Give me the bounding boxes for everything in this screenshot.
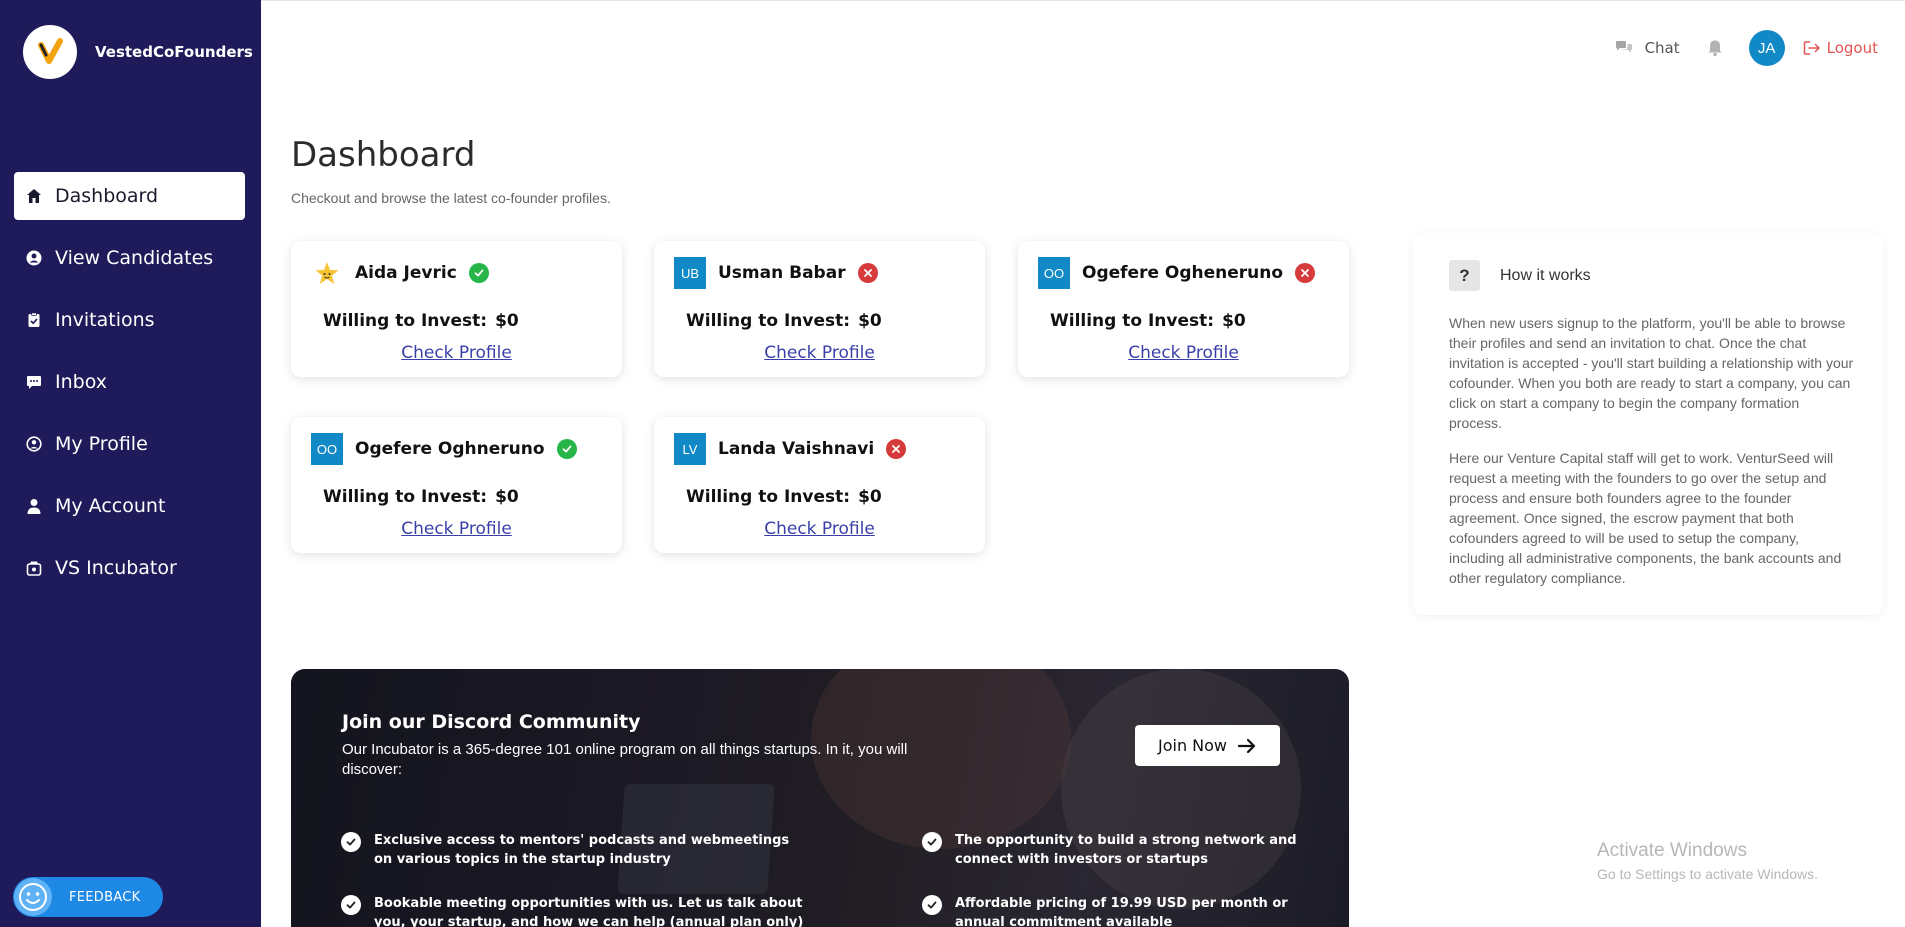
user-icon [26,498,42,514]
discord-banner: Join our Discord Community Our Incubator… [291,669,1349,927]
initials-avatar: LV [674,433,706,465]
top-actions: Chat JA Logout [1615,30,1905,66]
check-circle-icon [468,263,489,283]
clipboard-check-icon [26,312,42,328]
user-circle-outline-icon [26,436,42,452]
initials-avatar: UB [674,257,706,289]
initials-avatar: OO [1038,257,1070,289]
discord-description: Our Incubator is a 365-degree 101 online… [342,741,908,778]
logout-button[interactable]: Logout [1803,39,1878,57]
page-subtitle: Checkout and browse the latest co-founde… [291,190,611,206]
profile-card: OO Ogefere Oghneruno Willing to Invest: $… [291,417,622,553]
initials-avatar: OO [311,433,343,465]
banner-overlay [291,669,1349,927]
profile-name: Ogefere Ogheneruno [1082,263,1284,283]
chat-label: Chat [1644,39,1680,57]
feature-item: Exclusive access to mentors' podcasts an… [341,831,811,869]
feature-text: Exclusive access to mentors' podcasts an… [374,833,790,867]
x-circle-icon [857,263,878,283]
feature-text: The opportunity to build a strong networ… [955,833,1297,867]
sidebar: VestedCoFounders Dashboard View Candidat… [0,0,261,927]
check-profile-link[interactable]: Check Profile [291,343,622,363]
profile-name: Usman Babar [718,263,846,283]
user-circle-icon [26,250,42,266]
brand-name: VestedCoFounders [95,43,253,61]
arrow-right-icon [1237,738,1256,753]
profile-card: OO Ogefere Ogheneruno Willing to Invest:… [1018,241,1349,377]
invest-amount: Willing to Invest: $0 [323,311,519,331]
sidebar-item-invitations[interactable]: Invitations [14,296,245,344]
feature-item: Affordable pricing of 19.99 USD per mont… [922,894,1322,927]
check-icon [922,895,942,915]
logout-label: Logout [1826,39,1878,57]
activate-windows-watermark: Activate Windows Go to Settings to activ… [1597,840,1818,882]
sidebar-item-view-candidates[interactable]: View Candidates [14,234,245,282]
profile-name: Aida Jevric [355,263,457,283]
user-avatar[interactable]: JA [1748,30,1785,66]
rocket-box-icon [26,560,42,576]
check-profile-link[interactable]: Check Profile [654,343,985,363]
bell-icon[interactable] [1707,39,1723,57]
invest-amount: Willing to Invest: $0 [323,487,519,507]
check-icon [922,832,942,852]
profile-card: LV Landa Vaishnavi Willing to Invest: $0 … [654,417,985,553]
sidebar-item-label: Dashboard [55,185,159,207]
sidebar-item-label: My Profile [55,433,148,455]
chat-bubble-icon [26,374,42,390]
profile-card: UB Usman Babar Willing to Invest: $0 Chec… [654,241,985,377]
feature-item: Bookable meeting opportunities with us. … [341,894,811,927]
logout-icon [1803,41,1820,55]
check-profile-link[interactable]: Check Profile [1018,343,1349,363]
chat-icon [1615,41,1632,53]
how-it-works-para-2: Here our Venture Capital staff will get … [1449,450,1842,586]
sidebar-item-label: My Account [55,495,166,517]
brand[interactable]: VestedCoFounders [23,25,253,79]
sidebar-item-label: Invitations [55,309,155,331]
sidebar-item-my-account[interactable]: My Account [14,482,245,530]
how-it-works-title: How it works [1500,266,1591,284]
watermark-line-1: Activate Windows [1597,840,1747,861]
x-circle-icon [1295,263,1316,283]
how-it-works-para-1: When new users signup to the platform, y… [1449,315,1854,431]
topbar-divider [261,0,1905,1]
sidebar-item-inbox[interactable]: Inbox [14,358,245,406]
page-title: Dashboard [291,135,476,175]
sidebar-item-vs-incubator[interactable]: VS Incubator [14,544,245,592]
join-now-label: Join Now [1157,736,1228,755]
home-icon [26,188,42,204]
star-avatar [311,257,343,289]
feedback-label: FEEDBACK [69,889,141,905]
discord-title: Join our Discord Community [342,711,641,733]
check-icon [341,895,361,915]
profile-card: Aida Jevric Willing to Invest: $0 Check P… [291,241,622,377]
invest-amount: Willing to Invest: $0 [686,487,882,507]
profile-name: Landa Vaishnavi [718,439,875,459]
sidebar-item-label: VS Incubator [55,557,177,579]
brand-logo [23,25,77,79]
check-profile-link[interactable]: Check Profile [291,519,622,539]
watermark-line-2: Go to Settings to activate Windows. [1597,866,1818,882]
smiley-icon [14,878,52,916]
invest-amount: Willing to Invest: $0 [1050,311,1246,331]
profile-name: Ogefere Oghneruno [355,439,545,459]
check-circle-icon [556,439,577,459]
chat-link[interactable]: Chat [1615,39,1680,57]
sidebar-nav: Dashboard View Candidates Invitations In… [14,172,245,606]
invest-amount: Willing to Invest: $0 [686,311,882,331]
check-profile-link[interactable]: Check Profile [654,519,985,539]
sidebar-item-dashboard[interactable]: Dashboard [14,172,245,220]
feature-text: Bookable meeting opportunities with us. … [374,896,804,927]
check-icon [341,832,361,852]
how-it-works-panel: ? How it works When new users signup to … [1413,233,1883,615]
sidebar-item-label: View Candidates [55,247,214,269]
sidebar-item-my-profile[interactable]: My Profile [14,420,245,468]
question-icon: ? [1449,260,1480,291]
sidebar-item-label: Inbox [55,371,107,393]
x-circle-icon [886,439,907,459]
join-now-button[interactable]: Join Now [1135,725,1280,766]
feature-item: The opportunity to build a strong networ… [922,831,1322,869]
feedback-button[interactable]: FEEDBACK [13,877,163,917]
feature-text: Affordable pricing of 19.99 USD per mont… [955,896,1288,927]
